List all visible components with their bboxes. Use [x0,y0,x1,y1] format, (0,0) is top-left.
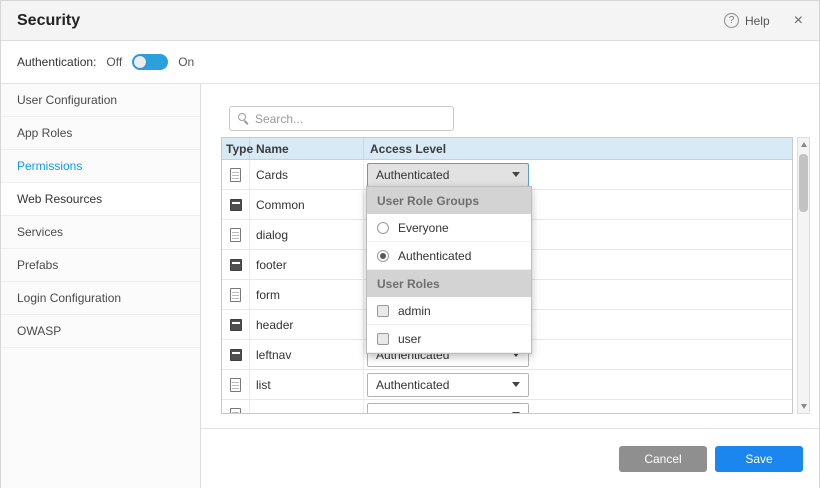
option-label: Authenticated [398,249,471,263]
sidebar-item-web-resources[interactable]: Web Resources [1,183,200,216]
help-link[interactable]: Help [745,14,770,28]
popup-option-user[interactable]: user [367,325,531,353]
save-button[interactable]: Save [715,446,803,472]
resource-name: header [250,310,364,339]
authentication-toggle[interactable] [132,54,168,70]
widget-icon [230,259,242,271]
popup-group-header: User Roles [367,270,531,297]
toggle-on-label: On [178,55,194,69]
access-level-value: Authenticated [376,378,449,392]
scroll-up-icon[interactable] [798,138,809,151]
resource-name: leftnav [250,340,364,369]
checkbox-icon[interactable] [377,333,389,345]
checkbox-icon[interactable] [377,305,389,317]
table-row: list Authenticated [222,370,792,400]
sidebar-item-owasp[interactable]: OWASP [1,315,200,348]
search-input[interactable] [255,112,445,126]
widget-icon [230,199,242,211]
table-header-row: Type Name Access Level [222,138,792,160]
authentication-bar: Authentication: Off On [1,41,819,84]
page-icon [230,378,241,392]
access-level-value: Authenticated [376,168,449,182]
sidebar-item-permissions[interactable]: Permissions [1,150,200,183]
access-level-dropdown[interactable]: Authenticated [367,373,529,397]
footer-divider [201,428,819,429]
scroll-down-icon[interactable] [798,400,809,413]
chevron-down-icon [512,172,520,177]
access-level-dropdown[interactable] [367,403,529,415]
table-row [222,400,792,414]
page-icon [230,288,241,302]
popup-option-everyone[interactable]: Everyone [367,214,531,242]
column-header-name: Name [250,138,364,159]
help-icon[interactable]: ? [724,13,739,28]
search-box [229,106,454,131]
close-icon[interactable]: × [794,13,803,29]
search-icon [238,113,249,124]
option-label: user [398,332,421,346]
popup-option-admin[interactable]: admin [367,297,531,325]
chevron-down-icon [512,412,520,414]
scrollbar-thumb[interactable] [799,154,808,212]
cancel-button[interactable]: Cancel [619,446,707,472]
sidebar-item-services[interactable]: Services [1,216,200,249]
sidebar-item-prefabs[interactable]: Prefabs [1,249,200,282]
access-level-dropdown[interactable]: Authenticated [367,163,529,187]
resource-name [250,400,364,414]
radio-icon[interactable] [377,222,389,234]
option-label: admin [398,304,431,318]
option-label: Everyone [398,221,449,235]
sidebar-item-login-configuration[interactable]: Login Configuration [1,282,200,315]
column-header-type: Type [222,138,250,159]
toggle-off-label: Off [106,55,122,69]
web-resources-panel: Type Name Access Level Cards Authenticat… [201,84,819,488]
widget-icon [230,349,242,361]
toggle-knob [134,56,146,68]
widget-icon [230,319,242,331]
footer-buttons: Cancel Save [619,446,803,472]
resource-name: Common [250,190,364,219]
resource-name: footer [250,250,364,279]
chevron-down-icon [512,382,520,387]
page-icon [230,228,241,242]
page-icon [230,168,241,182]
radio-icon[interactable] [377,250,389,262]
table-scrollbar[interactable] [797,137,810,414]
dialog-header: Security ? Help × [1,1,819,41]
sidebar-item-user-configuration[interactable]: User Configuration [1,84,200,117]
popup-option-authenticated[interactable]: Authenticated [367,242,531,270]
page-title: Security [17,12,724,30]
popup-group-header: User Role Groups [367,187,531,214]
sidebar: User Configuration App Roles Permissions… [1,84,201,488]
page-icon [230,408,241,415]
access-level-popup: User Role Groups Everyone Authenticated … [366,186,532,354]
resource-name: form [250,280,364,309]
authentication-label: Authentication: [17,55,96,69]
resource-name: Cards [250,160,364,189]
resource-name: list [250,370,364,399]
column-header-access-level: Access Level [364,138,792,159]
sidebar-item-app-roles[interactable]: App Roles [1,117,200,150]
resource-name: dialog [250,220,364,249]
